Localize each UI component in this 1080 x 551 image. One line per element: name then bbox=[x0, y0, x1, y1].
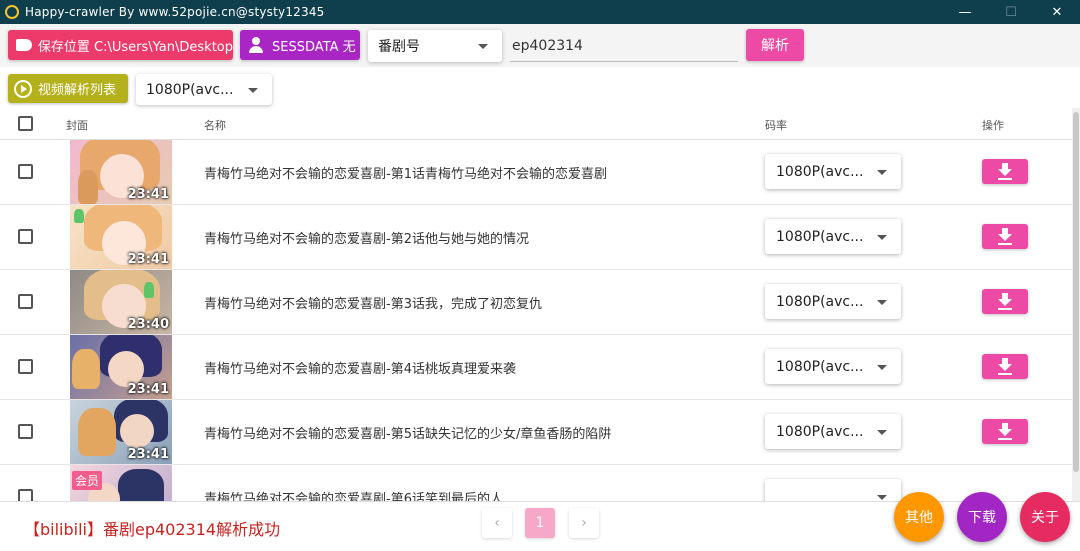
cover-thumbnail: 会员 bbox=[70, 465, 172, 501]
bitrate-select[interactable] bbox=[765, 479, 901, 501]
sessdata-button[interactable]: SESSDATA 无 bbox=[240, 30, 360, 60]
row-checkbox[interactable] bbox=[18, 229, 33, 244]
parse-button[interactable]: 解析 bbox=[746, 29, 804, 61]
close-button[interactable]: ✕ bbox=[1034, 0, 1080, 24]
save-location-button[interactable]: 保存位置 C:\Users\Yan\Desktop bbox=[8, 30, 233, 60]
title-bar: Happy-crawler By www.52pojie.cn@stysty12… bbox=[0, 0, 1080, 24]
download-button[interactable] bbox=[982, 159, 1028, 184]
user-icon bbox=[248, 37, 264, 53]
duration-label: 23:41 bbox=[127, 382, 169, 397]
header-cover: 封面 bbox=[66, 119, 88, 132]
maximize-button[interactable]: ☐ bbox=[988, 0, 1034, 24]
id-type-value: 番剧号 bbox=[378, 39, 420, 55]
chevron-down-icon bbox=[478, 44, 488, 49]
row-checkbox[interactable] bbox=[18, 359, 33, 374]
bitrate-value: 1080P(avc... bbox=[776, 228, 864, 245]
table-row: 23:41 青梅竹马绝对不会输的恋爱喜剧-第5话缺失记忆的少女/章鱼香肠的陷阱 … bbox=[0, 400, 1072, 465]
bitrate-select[interactable]: 1080P(avc... bbox=[765, 414, 901, 449]
duration-label: 23:41 bbox=[127, 447, 169, 462]
chevron-down-icon bbox=[877, 235, 887, 240]
row-checkbox[interactable] bbox=[18, 489, 33, 501]
about-button[interactable]: 关于 bbox=[1020, 492, 1070, 542]
bitrate-value: 1080P(avc... bbox=[776, 423, 864, 440]
cover-thumbnail: 23:40 bbox=[70, 270, 172, 334]
episode-name: 青梅竹马绝对不会输的恋爱喜剧-第2话他与她与她的情况 bbox=[204, 232, 529, 247]
vip-badge: 会员 bbox=[72, 471, 103, 490]
cover-thumbnail: 23:41 bbox=[70, 400, 172, 464]
header-name: 名称 bbox=[204, 119, 226, 132]
download-button[interactable] bbox=[982, 289, 1028, 314]
table-header: 封面 名称 码率 操作 bbox=[0, 108, 1072, 140]
chevron-down-icon bbox=[877, 430, 887, 435]
chevron-down-icon bbox=[248, 87, 258, 93]
next-page-button[interactable]: › bbox=[569, 508, 599, 538]
episode-input[interactable] bbox=[510, 30, 738, 62]
bitrate-select[interactable]: 1080P(avc... bbox=[765, 349, 901, 384]
sessdata-label: SESSDATA 无 bbox=[272, 39, 356, 55]
window-title: Happy-crawler By www.52pojie.cn@stysty12… bbox=[25, 5, 325, 19]
download-button[interactable] bbox=[982, 224, 1028, 249]
episode-name: 青梅竹马绝对不会输的恋爱喜剧-第5话缺失记忆的少女/章鱼香肠的陷阱 bbox=[204, 427, 612, 442]
bitrate-value: 1080P(avc... bbox=[776, 163, 864, 180]
episode-name: 青梅竹马绝对不会输的恋爱喜剧-第3话我，完成了初恋复仇 bbox=[204, 297, 542, 312]
prev-page-button[interactable]: ‹ bbox=[482, 508, 512, 538]
chevron-down-icon bbox=[877, 170, 887, 175]
header-bitrate: 码率 bbox=[765, 119, 787, 132]
chevron-down-icon bbox=[877, 300, 887, 305]
table-row: 23:41 青梅竹马绝对不会输的恋爱喜剧-第4话桃坂真理爱来袭 1080P(av… bbox=[0, 335, 1072, 400]
cover-thumbnail: 23:41 bbox=[70, 205, 172, 269]
episode-list: 23:41 青梅竹马绝对不会输的恋爱喜剧-第1话青梅竹马绝对不会输的恋爱喜剧 1… bbox=[0, 140, 1072, 501]
id-type-select[interactable]: 番剧号 bbox=[368, 30, 502, 62]
download-icon bbox=[998, 293, 1012, 310]
save-location-label: 保存位置 C:\Users\Yan\Desktop bbox=[37, 39, 233, 55]
app-icon bbox=[5, 5, 19, 19]
download-button[interactable] bbox=[982, 354, 1028, 379]
resolution-select[interactable]: 1080P(avc... bbox=[136, 74, 272, 105]
chevron-down-icon bbox=[877, 365, 887, 370]
download-icon bbox=[998, 163, 1012, 180]
resolution-value: 1080P(avc... bbox=[146, 81, 234, 98]
download-icon bbox=[998, 423, 1012, 440]
row-checkbox[interactable] bbox=[18, 294, 33, 309]
download-all-button[interactable]: 下载 bbox=[957, 492, 1007, 542]
chevron-down-icon bbox=[877, 495, 887, 500]
bitrate-select[interactable]: 1080P(avc... bbox=[765, 154, 901, 189]
list-scrollbar[interactable] bbox=[1072, 108, 1080, 501]
status-message: 【bilibili】番剧ep402314解析成功 bbox=[24, 520, 281, 539]
toolbar: 保存位置 C:\Users\Yan\Desktop SESSDATA 无 番剧号… bbox=[0, 24, 1080, 67]
row-checkbox[interactable] bbox=[18, 424, 33, 439]
minimize-button[interactable]: — bbox=[942, 0, 988, 24]
episode-name: 青梅竹马绝对不会输的恋爱喜剧-第4话桃坂真理爱来袭 bbox=[204, 362, 516, 377]
episode-name: 青梅竹马绝对不会输的恋爱喜剧-第6话笑到最后的人 bbox=[204, 492, 503, 501]
other-button[interactable]: 其他 bbox=[894, 492, 944, 542]
tag-icon bbox=[16, 39, 32, 51]
table-row: 23:40 青梅竹马绝对不会输的恋爱喜剧-第3话我，完成了初恋复仇 1080P(… bbox=[0, 270, 1072, 335]
scrollbar-thumb[interactable] bbox=[1073, 112, 1079, 472]
duration-label: 23:41 bbox=[127, 187, 169, 202]
video-list-button[interactable]: 视频解析列表 bbox=[8, 74, 128, 103]
video-list-label: 视频解析列表 bbox=[38, 83, 117, 98]
bitrate-value: 1080P(avc... bbox=[776, 358, 864, 375]
download-button[interactable] bbox=[982, 419, 1028, 444]
download-icon bbox=[998, 358, 1012, 375]
row-checkbox[interactable] bbox=[18, 164, 33, 179]
play-icon bbox=[14, 79, 32, 98]
page-1-button[interactable]: 1 bbox=[525, 508, 555, 538]
bitrate-select[interactable]: 1080P(avc... bbox=[765, 219, 901, 254]
cover-thumbnail: 23:41 bbox=[70, 140, 172, 204]
duration-label: 23:41 bbox=[127, 252, 169, 267]
select-all-checkbox[interactable] bbox=[18, 116, 33, 131]
table-row: 23:41 青梅竹马绝对不会输的恋爱喜剧-第2话他与她与她的情况 1080P(a… bbox=[0, 205, 1072, 270]
download-icon bbox=[998, 228, 1012, 245]
bitrate-select[interactable]: 1080P(avc... bbox=[765, 284, 901, 319]
bitrate-value: 1080P(avc... bbox=[776, 293, 864, 310]
table-row: 23:41 青梅竹马绝对不会输的恋爱喜剧-第1话青梅竹马绝对不会输的恋爱喜剧 1… bbox=[0, 140, 1072, 205]
cover-thumbnail: 23:41 bbox=[70, 335, 172, 399]
episode-name: 青梅竹马绝对不会输的恋爱喜剧-第1话青梅竹马绝对不会输的恋爱喜剧 bbox=[204, 167, 607, 182]
header-action: 操作 bbox=[982, 119, 1004, 132]
duration-label: 23:40 bbox=[127, 317, 169, 332]
